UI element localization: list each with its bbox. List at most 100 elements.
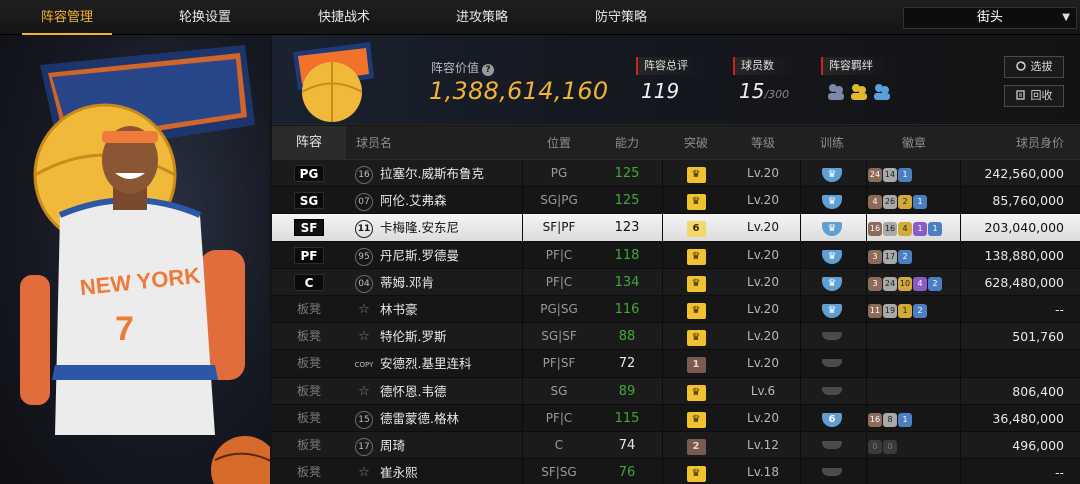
breakthrough-cell[interactable]: ♛ xyxy=(662,242,730,269)
crown-icon: ♛ xyxy=(686,275,706,292)
player-position: PG xyxy=(550,166,568,180)
team-logo xyxy=(293,42,374,122)
table-row[interactable]: PF 95 丹尼斯.罗德曼 PF|C 118 ♛ Lv.20 ♛ 3 17 2 138,880,000 xyxy=(272,241,1080,269)
player-position: PF|SF xyxy=(542,356,576,371)
training-empty-icon xyxy=(822,468,842,477)
mode-select[interactable]: 街头 ▼ xyxy=(903,7,1077,29)
table-row[interactable]: 板凳 17 周琦 C 74 2 Lv.12 0 0 496,000 xyxy=(272,431,1080,460)
training-cell[interactable] xyxy=(802,378,862,405)
table-row[interactable]: PG 16 拉塞尔.威斯布鲁克 PG 125 ♛ Lv.20 ♛ 24 14 1 242,560,00… xyxy=(272,160,1080,188)
training-crown-icon: ♛ xyxy=(822,222,842,237)
top-nav: 阵容管理 轮换设置 快捷战术 进攻策略 防守策略 街头 ▼ xyxy=(0,0,1080,35)
badges-cell[interactable]: 3 24 10 4 2 xyxy=(868,269,960,296)
player-level: Lv.20 xyxy=(747,166,779,180)
breakthrough-cell[interactable]: ♛ xyxy=(662,160,730,187)
tab-quick-tactics[interactable]: 快捷战术 xyxy=(299,0,389,35)
training-cell[interactable]: ♛ xyxy=(802,296,862,323)
number-cell: 95 xyxy=(352,242,376,269)
number-cell: COPY xyxy=(352,350,376,377)
badges-cell[interactable] xyxy=(868,350,960,377)
training-cell[interactable]: 6 xyxy=(802,405,862,432)
breakthrough-cell[interactable]: ♛ xyxy=(662,296,730,323)
table-row[interactable]: 板凳 COPY 安德烈.基里连科 PF|SF 72 1 Lv.20 xyxy=(272,350,1080,378)
training-cell[interactable]: ♛ xyxy=(802,269,862,296)
crown-icon: ♛ xyxy=(686,194,706,211)
tab-rotation[interactable]: 轮换设置 xyxy=(160,0,250,35)
badges-cell[interactable]: 4 26 2 1 xyxy=(868,187,960,214)
player-salary: 138,880,000 xyxy=(984,247,1064,263)
player-position: PF|C xyxy=(545,274,573,289)
player-level: Lv.20 xyxy=(747,301,779,316)
player-salary: -- xyxy=(1054,465,1064,481)
badges-cell[interactable]: 00 xyxy=(868,432,960,459)
training-cell[interactable]: ♛ xyxy=(802,187,862,214)
badges-cell[interactable] xyxy=(868,323,960,350)
training-cell[interactable]: ♛ xyxy=(802,160,862,187)
role-badge: PF xyxy=(294,246,324,264)
table-row[interactable]: 板凳 ☆ 德怀恩.韦德 SG 89 ♛ Lv.6 806,400 xyxy=(272,377,1080,405)
player-name: 德怀恩.韦德 xyxy=(380,383,447,399)
divider xyxy=(866,404,867,432)
role-cell: 板凳 xyxy=(272,296,346,323)
breakthrough-cell[interactable]: 2 xyxy=(662,432,730,459)
breakthrough-cell[interactable]: ♛ xyxy=(662,323,730,350)
breakthrough-cell[interactable]: ♛ xyxy=(662,459,730,484)
table-row[interactable]: 板凳 15 德雷蒙德.格林 PF|C 115 ♛ Lv.20 6 16 8 1 36,480,000 xyxy=(272,404,1080,432)
breakthrough-cell[interactable]: ♛ xyxy=(662,269,730,296)
table-row[interactable]: SG 07 阿伦.艾弗森 SG|PG 125 ♛ Lv.20 ♛ 4 26 2 1 85,760,000 xyxy=(272,187,1080,215)
training-cell[interactable] xyxy=(802,459,862,484)
badge-icon: 16 xyxy=(868,412,882,427)
help-icon[interactable]: ? xyxy=(482,64,495,76)
tab-offense[interactable]: 进攻策略 xyxy=(437,0,527,35)
player-level: Lv.6 xyxy=(750,383,776,398)
recycle-button[interactable]: 回收 xyxy=(1004,85,1064,107)
player-position: PF|C xyxy=(545,410,573,425)
training-cell[interactable] xyxy=(802,323,862,350)
player-salary: 628,480,000 xyxy=(984,274,1064,290)
crown-icon: ♛ xyxy=(686,466,706,483)
table-row[interactable]: 板凳 ☆ 林书豪 PG|SG 116 ♛ Lv.20 ♛ 11 19 1 2 -- xyxy=(272,295,1080,324)
synergy-icons[interactable] xyxy=(826,82,896,102)
table-row[interactable]: C 04 蒂姆.邓肯 PF|C 134 ♛ Lv.20 ♛ 3 24 10 4 2 628,480,000 xyxy=(272,268,1080,296)
badges-cell[interactable]: 24 14 1 xyxy=(868,160,960,187)
breakthrough-cell[interactable]: ♛ xyxy=(662,378,730,405)
badge-icon: 10 xyxy=(898,276,912,291)
breakthrough-cell[interactable]: ♛ xyxy=(662,187,730,214)
training-cell[interactable]: ♛ xyxy=(802,214,862,241)
training-cell[interactable] xyxy=(802,432,862,459)
divider xyxy=(800,459,801,484)
training-cell[interactable] xyxy=(802,350,862,377)
player-salary: 36,480,000 xyxy=(992,410,1064,426)
training-empty-icon xyxy=(822,332,842,341)
divider xyxy=(866,459,867,484)
badges-cell[interactable]: 16 16 4 1 1 xyxy=(868,214,960,241)
player-ability: 118 xyxy=(614,247,640,263)
player-ability: 115 xyxy=(614,410,640,426)
table-row[interactable]: 板凳 ☆ 特伦斯.罗斯 SG|SF 88 ♛ Lv.20 501,760 xyxy=(272,323,1080,351)
player-ability: 89 xyxy=(618,383,636,399)
badges-cell[interactable]: 16 8 1 xyxy=(868,405,960,432)
badges-cell[interactable] xyxy=(868,459,960,484)
badges-cell[interactable]: 3 17 2 xyxy=(868,242,960,269)
table-row[interactable]: SF 11 卡梅隆.安东尼 SF|PF 123 6 Lv.20 ♛ 16 16 4 1 1 203,040… xyxy=(272,214,1080,242)
player-ability: 123 xyxy=(614,220,640,236)
badges-cell[interactable]: 11 19 1 2 xyxy=(868,296,960,323)
scout-button[interactable]: 选拔 xyxy=(1004,56,1064,78)
number-cell: 04 xyxy=(352,269,376,296)
role-cell: 板凳 xyxy=(272,432,346,459)
tab-lineup[interactable]: 阵容管理 xyxy=(22,0,112,35)
breakthrough-cell[interactable]: ♛ xyxy=(662,405,730,432)
breakthrough-cell[interactable]: 6 xyxy=(662,214,730,241)
col-badges: 徽章 xyxy=(901,136,926,150)
player-ability: 74 xyxy=(618,437,636,453)
divider xyxy=(960,350,961,378)
col-name: 球员名 xyxy=(355,136,392,150)
training-cell[interactable]: ♛ xyxy=(802,242,862,269)
table-row[interactable]: 板凳 ☆ 崔永熙 SF|SG 76 ♛ Lv.18 -- xyxy=(272,459,1080,484)
number-cell: 15 xyxy=(352,405,376,432)
tab-defense[interactable]: 防守策略 xyxy=(576,0,666,35)
badges-cell[interactable] xyxy=(868,378,960,405)
refresh-icon xyxy=(1015,61,1026,71)
player-number: COPY xyxy=(354,361,374,370)
breakthrough-cell[interactable]: 1 xyxy=(662,350,730,377)
